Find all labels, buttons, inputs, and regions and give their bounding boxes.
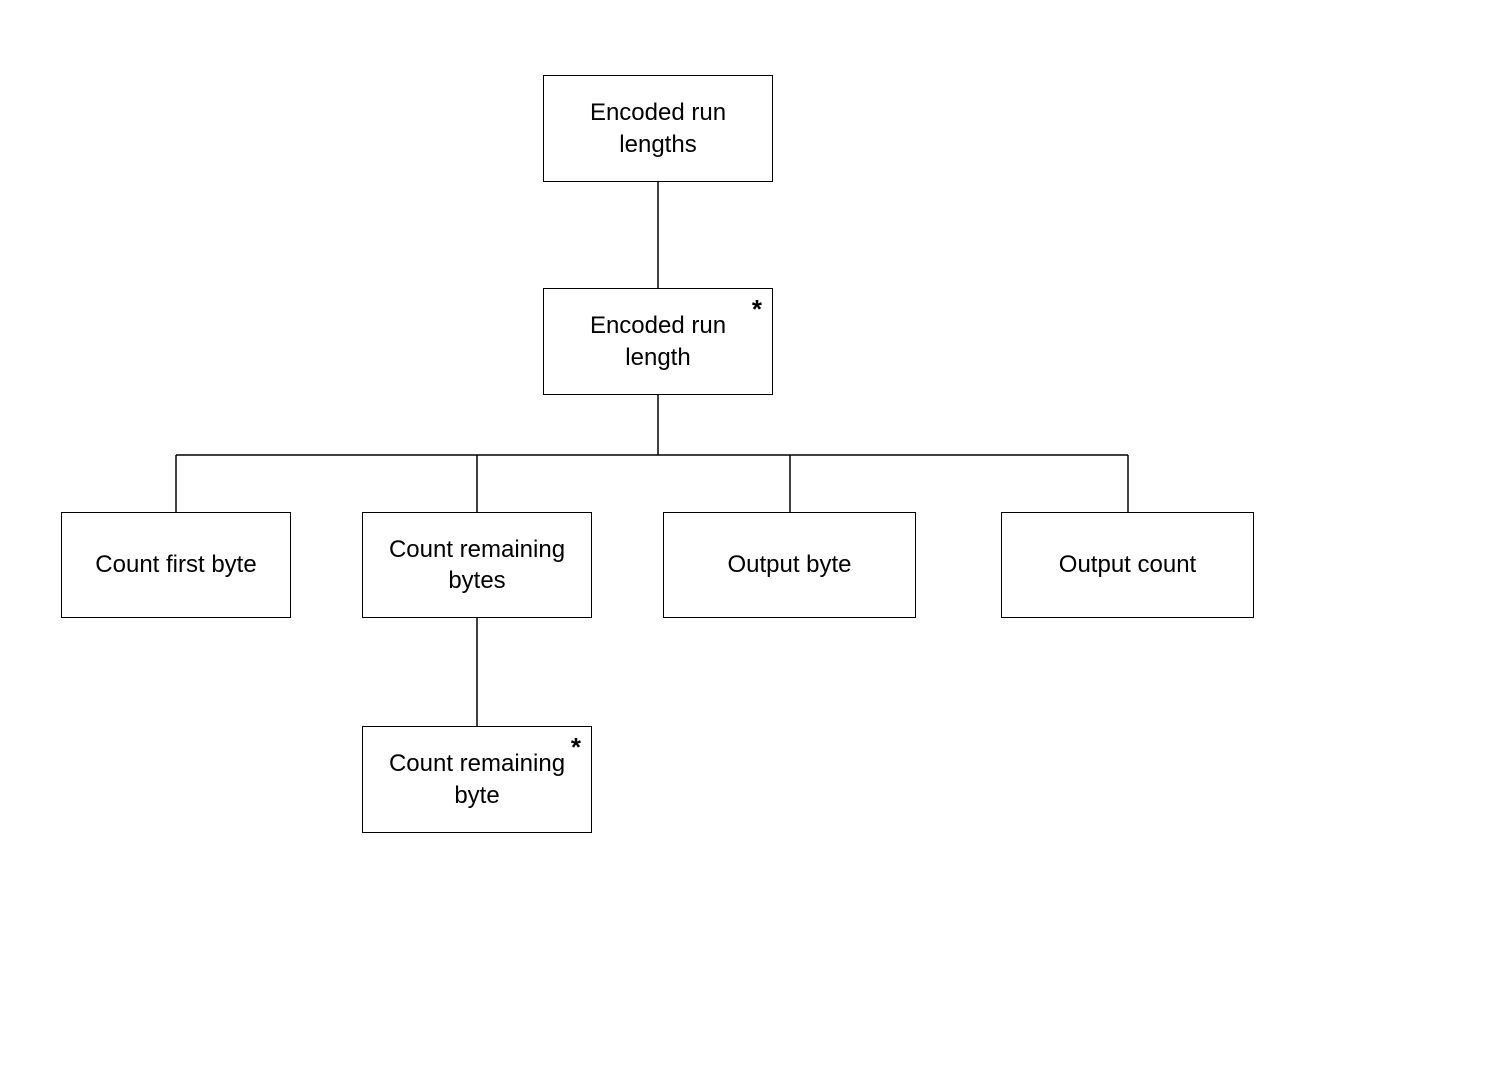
node-label: Encoded run lengths xyxy=(556,97,760,159)
node-label: Output byte xyxy=(727,549,851,580)
node-encoded-run-length: * Encoded run length xyxy=(543,288,773,395)
node-count-remaining-byte: * Count remaining byte xyxy=(362,726,592,833)
node-label: Output count xyxy=(1059,549,1196,580)
node-marker: * xyxy=(571,731,581,765)
node-label: Count first byte xyxy=(95,549,256,580)
node-output-count: Output count xyxy=(1001,512,1254,618)
node-encoded-run-lengths: Encoded run lengths xyxy=(543,75,773,182)
node-label: Count remaining bytes xyxy=(375,534,579,596)
node-marker: * xyxy=(752,293,762,327)
node-count-remaining-bytes: Count remaining bytes xyxy=(362,512,592,618)
node-output-byte: Output byte xyxy=(663,512,916,618)
node-label: Encoded run length xyxy=(556,310,760,372)
node-count-first-byte: Count first byte xyxy=(61,512,291,618)
node-label: Count remaining byte xyxy=(375,748,579,810)
